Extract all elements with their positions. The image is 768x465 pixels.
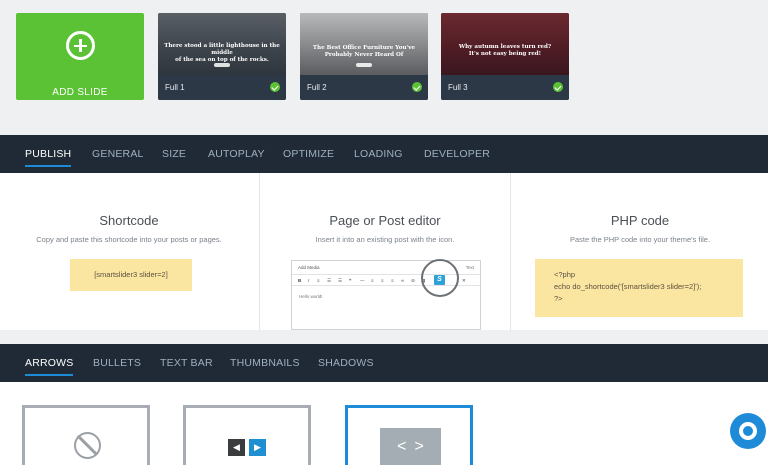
tab-shadows[interactable]: SHADOWS <box>318 357 374 369</box>
php-line: ?> <box>554 294 563 303</box>
disabled-icon <box>74 432 101 459</box>
tab-developer[interactable]: DEVELOPER <box>424 148 490 160</box>
slide-caption-line: Probably Never Heard Of <box>324 52 404 58</box>
php-title: PHP code <box>610 213 670 228</box>
editor-content: Hello world! <box>299 294 323 299</box>
tab-loading[interactable]: LOADING <box>354 148 403 160</box>
tab-autoplay[interactable]: AUTOPLAY <box>208 148 265 160</box>
tab-size[interactable]: SIZE <box>162 148 186 160</box>
arrow-option-none[interactable] <box>22 405 150 465</box>
bold-icon: B <box>298 278 302 283</box>
hr-icon: — <box>360 278 365 283</box>
chevron-left-right-icon: <> <box>380 428 441 465</box>
shortcode-description: Copy and paste this shortcode into your … <box>36 235 222 244</box>
slide-thumbnail-full-3[interactable]: Why autumn leaves turn red? It's not eas… <box>441 13 569 100</box>
unlink-icon: ⊘ <box>411 278 415 283</box>
settings-tab-bar: PUBLISH GENERAL SIZE AUTOPLAY OPTIMIZE L… <box>0 135 768 173</box>
controls-tab-bar: ARROWS BULLETS TEXT BAR THUMBNAILS SHADO… <box>0 344 768 382</box>
slide-caption: The Best Office Furniture You've Probabl… <box>306 45 422 59</box>
slide-thumbnail-full-1[interactable]: There stood a little lighthouse in the m… <box>158 13 286 100</box>
tab-optimize[interactable]: OPTIMIZE <box>283 148 334 160</box>
list-icon: ☰ <box>327 278 332 283</box>
fullscreen-icon: ✕ <box>462 278 466 283</box>
php-line: echo do_shortcode('[smartslider3 slider=… <box>554 282 702 291</box>
arrows-panel: ◀ ▶ <> <box>0 382 768 465</box>
check-circle-icon <box>553 82 563 92</box>
php-code-section: PHP code Paste the PHP code into your th… <box>512 173 768 330</box>
check-circle-icon <box>270 82 280 92</box>
slide-button-shape <box>356 63 372 67</box>
php-description: Paste the PHP code into your theme's fil… <box>569 235 711 244</box>
slide-thumbnail-full-2[interactable]: The Best Office Furniture You've Probabl… <box>300 13 428 100</box>
slide-name: Full 1 <box>165 83 185 92</box>
slide-name: Full 3 <box>448 83 468 92</box>
align-center-icon: ≡ <box>381 278 384 283</box>
plus-circle-icon <box>66 31 95 60</box>
check-circle-icon <box>412 82 422 92</box>
add-slide-label: ADD SLIDE <box>52 87 108 98</box>
arrow-option-square[interactable]: ◀ ▶ <box>183 405 311 465</box>
align-left-icon: ≡ <box>371 278 374 283</box>
slide-caption: There stood a little lighthouse in the m… <box>164 43 280 64</box>
text-tab-label: Text <box>465 265 474 270</box>
add-slide-button[interactable]: ADD SLIDE <box>16 13 144 100</box>
help-button[interactable] <box>730 413 766 449</box>
slides-row: ADD SLIDE There stood a little lighthous… <box>0 0 768 135</box>
arrow-option-chevron[interactable]: <> <box>345 405 473 465</box>
italic-icon: I <box>308 278 310 283</box>
tab-publish[interactable]: PUBLISH <box>25 148 72 167</box>
slide-caption-line: Why autumn leaves turn red? <box>458 44 552 50</box>
tab-thumbnails[interactable]: THUMBNAILS <box>230 357 300 369</box>
php-line: <?php <box>554 270 576 279</box>
tab-bullets[interactable]: BULLETS <box>93 357 141 369</box>
add-media-label: Add Media <box>298 265 320 270</box>
tab-text-bar[interactable]: TEXT BAR <box>160 357 213 369</box>
arrow-right-icon: ▶ <box>249 439 266 456</box>
page-post-editor-section: Page or Post editor Insert it into an ex… <box>259 173 511 330</box>
php-code-box[interactable]: <?php echo do_shortcode('[smartslider3 s… <box>535 259 743 317</box>
editor-title: Page or Post editor <box>329 213 441 228</box>
editor-description: Insert it into an existing post with the… <box>315 235 455 244</box>
slide-button-shape <box>214 63 230 67</box>
lifebuoy-icon <box>739 422 757 440</box>
shortcode-title: Shortcode <box>99 213 159 228</box>
slide-name: Full 2 <box>307 83 327 92</box>
arrow-left-icon: ◀ <box>228 439 245 456</box>
shortcode-box[interactable]: [smartslider3 slider=2] <box>70 259 192 291</box>
quote-icon: ❝ <box>349 278 352 283</box>
link-icon: ∞ <box>401 278 405 283</box>
slide-caption: Why autumn leaves turn red? It's not eas… <box>447 44 563 58</box>
slide-caption-line: There stood a little lighthouse in the m… <box>164 43 280 56</box>
editor-preview: Add Media Text B I ≡ ☰ ☰ ❝ — ≡ ≡ ≡ ∞ ⊘ ▦… <box>291 259 481 330</box>
slide-caption-line: The Best Office Furniture You've <box>312 45 416 51</box>
tab-general[interactable]: GENERAL <box>92 148 144 160</box>
publish-panel: Shortcode Copy and paste this shortcode … <box>0 173 768 330</box>
tab-arrows[interactable]: ARROWS <box>25 357 74 376</box>
highlight-ring <box>421 259 459 297</box>
strikethrough-icon: ≡ <box>317 278 320 283</box>
slide-caption-line: It's not easy being red! <box>468 51 542 57</box>
align-right-icon: ≡ <box>391 278 394 283</box>
ordered-list-icon: ☰ <box>338 278 343 283</box>
shortcode-section: Shortcode Copy and paste this shortcode … <box>0 173 258 330</box>
